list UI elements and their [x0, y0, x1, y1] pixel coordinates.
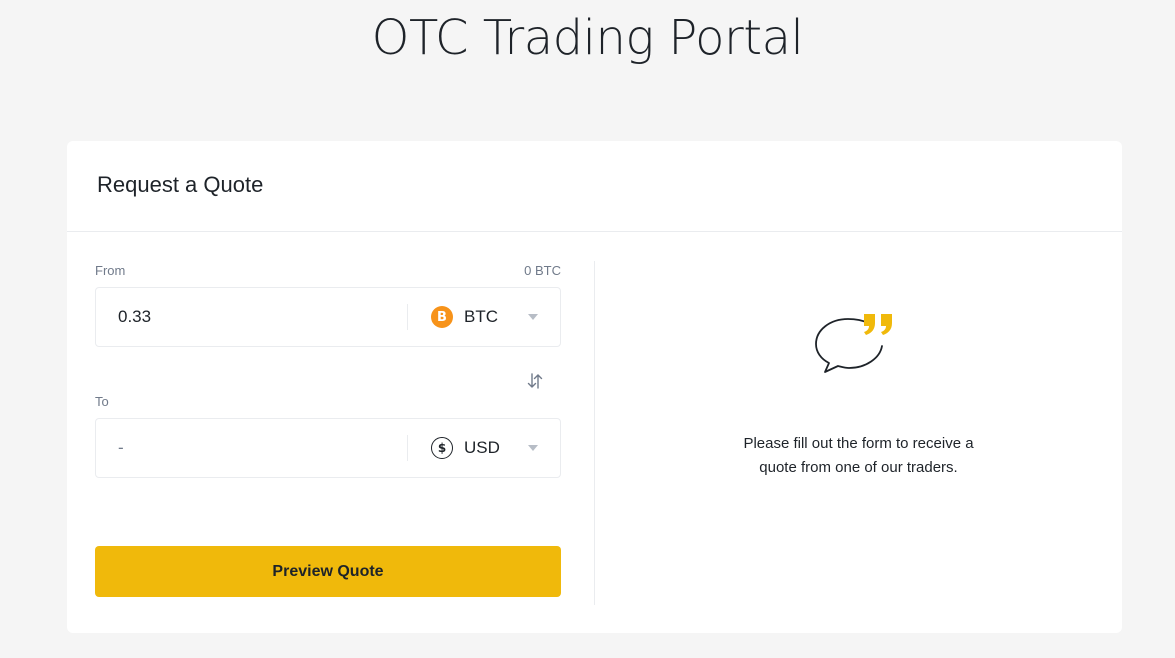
- chevron-down-icon: [528, 314, 538, 320]
- dollar-icon: $: [431, 437, 453, 459]
- from-field: 0.33 B BTC: [95, 287, 561, 347]
- page-title: OTC Trading Portal: [371, 10, 804, 66]
- to-currency-code: USD: [464, 438, 500, 457]
- from-amount-input[interactable]: 0.33: [96, 288, 407, 346]
- quote-form: From 0 BTC 0.33 B BTC To - $ USD Preview…: [95, 232, 561, 633]
- swap-arrows-icon[interactable]: [525, 371, 545, 391]
- to-label: To: [95, 394, 109, 409]
- bitcoin-glyph: B: [437, 309, 447, 325]
- card-header: Request a Quote: [67, 141, 1122, 232]
- from-balance: 0 BTC: [524, 263, 561, 278]
- from-label: From: [95, 263, 126, 278]
- quote-card: Request a Quote From 0 BTC 0.33 B BTC To…: [67, 141, 1122, 633]
- quote-info-panel: Please fill out the form to receive a quo…: [595, 232, 1122, 633]
- to-field: - $ USD: [95, 418, 561, 478]
- preview-quote-button[interactable]: Preview Quote: [95, 546, 561, 597]
- speech-bubble-quote-icon: [815, 314, 892, 373]
- to-currency-select[interactable]: $ USD: [408, 419, 560, 477]
- dollar-glyph: $: [437, 441, 447, 455]
- bitcoin-icon: B: [431, 306, 453, 328]
- from-currency-select[interactable]: B BTC: [408, 288, 560, 346]
- card-title: Request a Quote: [97, 172, 264, 197]
- info-message: Please fill out the form to receive a quo…: [743, 435, 974, 476]
- to-amount-input[interactable]: -: [96, 419, 407, 477]
- chevron-down-icon: [528, 445, 538, 451]
- from-currency-code: BTC: [464, 307, 498, 326]
